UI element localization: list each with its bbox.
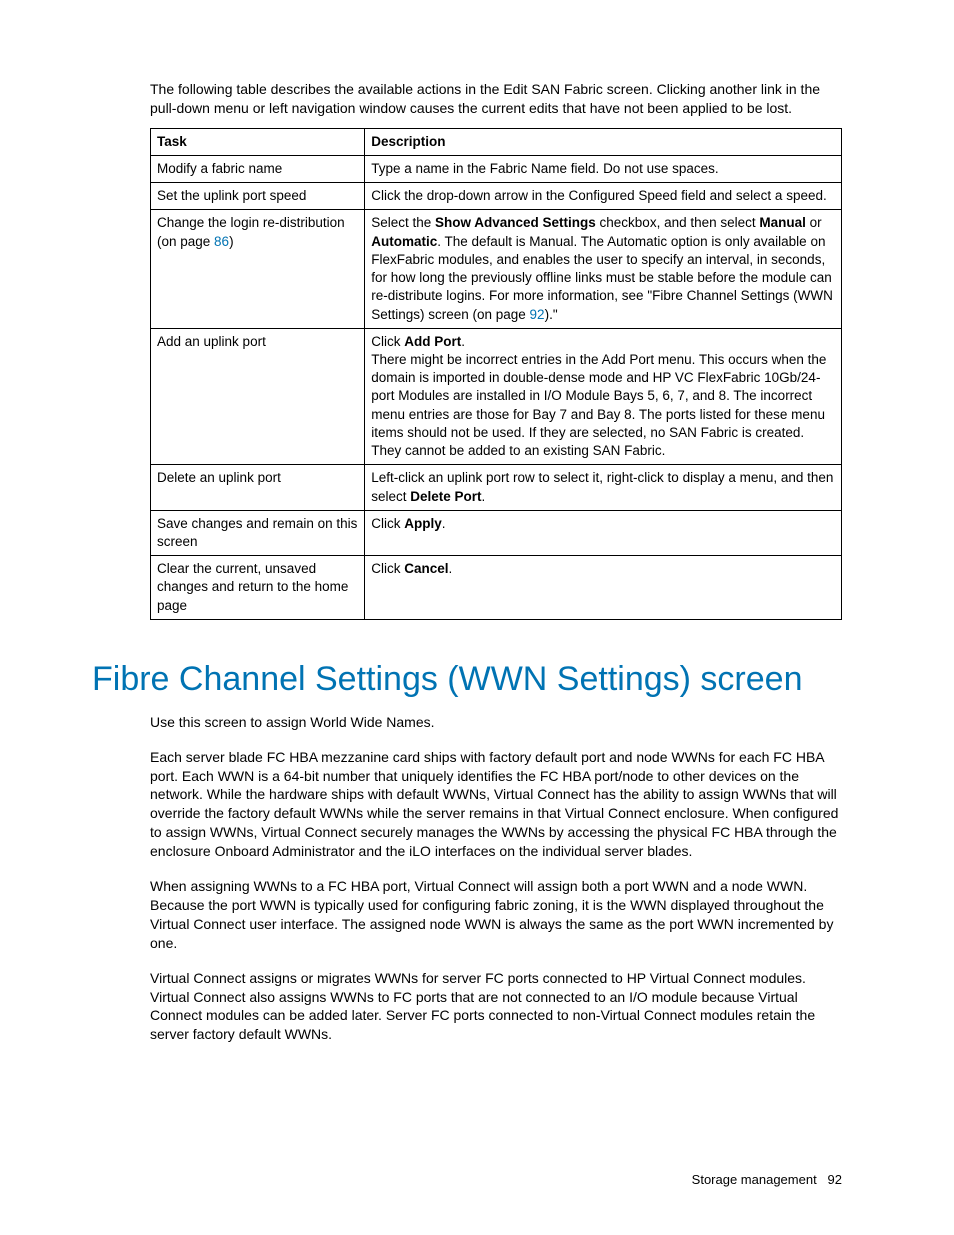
bold-text: Add Port xyxy=(404,334,461,349)
task-cell: Change the login re-distribution (on pag… xyxy=(151,210,365,328)
text: or xyxy=(806,215,822,230)
text: Click xyxy=(371,561,404,576)
text: )." xyxy=(545,307,558,322)
table-row: Modify a fabric name Type a name in the … xyxy=(151,156,842,183)
page-link-86[interactable]: 86 xyxy=(214,234,229,249)
task-cell: Set the uplink port speed xyxy=(151,183,365,210)
table-row: Clear the current, unsaved changes and r… xyxy=(151,556,842,620)
text: . xyxy=(448,561,452,576)
page-footer: Storage management 92 xyxy=(692,1172,842,1187)
bold-text: Apply xyxy=(404,516,442,531)
desc-cell: Click the drop-down arrow in the Configu… xyxy=(365,183,842,210)
table-row: Change the login re-distribution (on pag… xyxy=(151,210,842,328)
task-cell: Save changes and remain on this screen xyxy=(151,510,365,555)
table-header-row: Task Description xyxy=(151,128,842,155)
text: checkbox, and then select xyxy=(596,215,760,230)
bold-text: Automatic xyxy=(371,234,437,249)
text: Click xyxy=(371,516,404,531)
table-row: Add an uplink port Click Add Port. There… xyxy=(151,328,842,465)
table-row: Save changes and remain on this screen C… xyxy=(151,510,842,555)
desc-cell: Select the Show Advanced Settings checkb… xyxy=(365,210,842,328)
task-cell: Add an uplink port xyxy=(151,328,365,465)
desc-cell: Type a name in the Fabric Name field. Do… xyxy=(365,156,842,183)
header-description: Description xyxy=(365,128,842,155)
body-paragraph: Use this screen to assign World Wide Nam… xyxy=(150,713,842,732)
table-row: Delete an uplink port Left-click an upli… xyxy=(151,465,842,510)
bold-text: Cancel xyxy=(404,561,448,576)
intro-paragraph: The following table describes the availa… xyxy=(150,80,842,118)
task-cell: Clear the current, unsaved changes and r… xyxy=(151,556,365,620)
body-paragraph: Each server blade FC HBA mezzanine card … xyxy=(150,748,842,861)
desc-cell: Click Cancel. xyxy=(365,556,842,620)
section-heading: Fibre Channel Settings (WWN Settings) sc… xyxy=(92,660,842,699)
footer-page-number: 92 xyxy=(828,1172,842,1187)
header-task: Task xyxy=(151,128,365,155)
task-cell: Delete an uplink port xyxy=(151,465,365,510)
table-row: Set the uplink port speed Click the drop… xyxy=(151,183,842,210)
text: . There might be incorrect entries in th… xyxy=(371,334,826,458)
desc-cell: Left-click an uplink port row to select … xyxy=(365,465,842,510)
task-cell: Modify a fabric name xyxy=(151,156,365,183)
footer-label: Storage management xyxy=(692,1172,817,1187)
desc-cell: Click Add Port. There might be incorrect… xyxy=(365,328,842,465)
page-link-92[interactable]: 92 xyxy=(530,307,545,322)
bold-text: Show Advanced Settings xyxy=(435,215,596,230)
actions-table: Task Description Modify a fabric name Ty… xyxy=(150,128,842,620)
text: . xyxy=(442,516,446,531)
text: ) xyxy=(229,234,234,249)
text: . The default is Manual. The Automatic o… xyxy=(371,234,833,322)
desc-cell: Click Apply. xyxy=(365,510,842,555)
text: . xyxy=(482,489,486,504)
bold-text: Delete Port xyxy=(410,489,481,504)
body-paragraph: Virtual Connect assigns or migrates WWNs… xyxy=(150,969,842,1045)
text: Change the login re-distribution (on pag… xyxy=(157,215,345,248)
text: Click xyxy=(371,334,404,349)
body-paragraph: When assigning WWNs to a FC HBA port, Vi… xyxy=(150,877,842,953)
bold-text: Manual xyxy=(759,215,806,230)
text: Select the xyxy=(371,215,435,230)
